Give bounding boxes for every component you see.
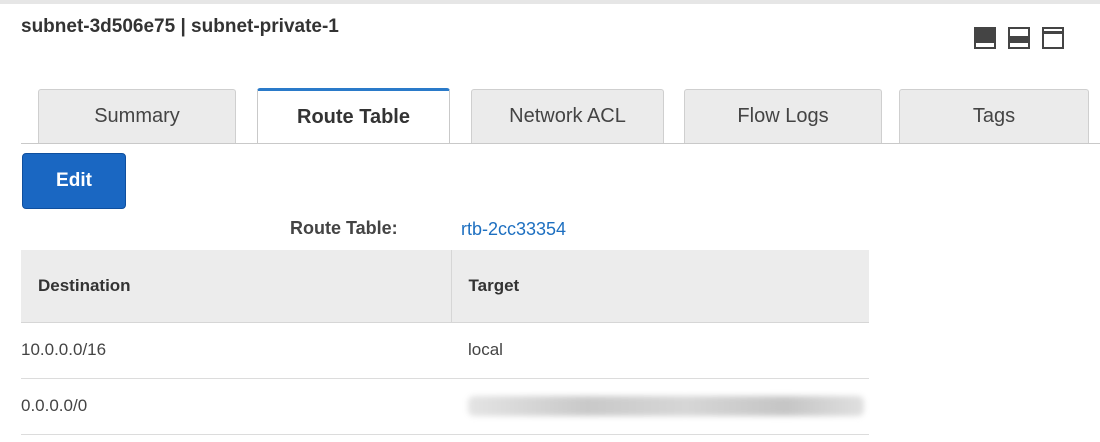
- layout-panel-top-icon[interactable]: [1042, 27, 1064, 49]
- layout-panel-split-icon[interactable]: [1008, 27, 1030, 49]
- redacted-target: [468, 396, 864, 417]
- top-band: [0, 0, 1100, 4]
- target-cell: local: [451, 322, 869, 379]
- routes-table: Destination Target 10.0.0.0/16 local 0.0…: [21, 250, 869, 435]
- route-table-label: Route Table:: [290, 218, 398, 238]
- tab-route-table[interactable]: Route Table: [257, 88, 450, 144]
- tab-divider: [21, 143, 1100, 144]
- table-row[interactable]: 10.0.0.0/16 local: [21, 322, 869, 379]
- destination-cell: 0.0.0.0/0: [21, 378, 451, 435]
- target-cell-redacted: [451, 378, 869, 435]
- tab-summary[interactable]: Summary: [38, 89, 236, 143]
- table-row[interactable]: 0.0.0.0/0: [21, 378, 869, 435]
- edit-button[interactable]: Edit: [22, 153, 126, 209]
- column-header-destination: Destination: [21, 250, 451, 323]
- table-header-row: Destination Target: [21, 250, 869, 323]
- layout-toggle-group: [974, 27, 1064, 49]
- layout-panel-full-icon[interactable]: [974, 27, 996, 49]
- route-table-link[interactable]: rtb-2cc33354: [461, 219, 566, 240]
- tab-network-acl[interactable]: Network ACL: [471, 89, 664, 143]
- column-header-target: Target: [450, 250, 869, 323]
- tab-flow-logs[interactable]: Flow Logs: [684, 89, 882, 143]
- tab-tags[interactable]: Tags: [899, 89, 1089, 143]
- destination-cell: 10.0.0.0/16: [21, 322, 451, 379]
- page-title: subnet-3d506e75 | subnet-private-1: [21, 16, 339, 37]
